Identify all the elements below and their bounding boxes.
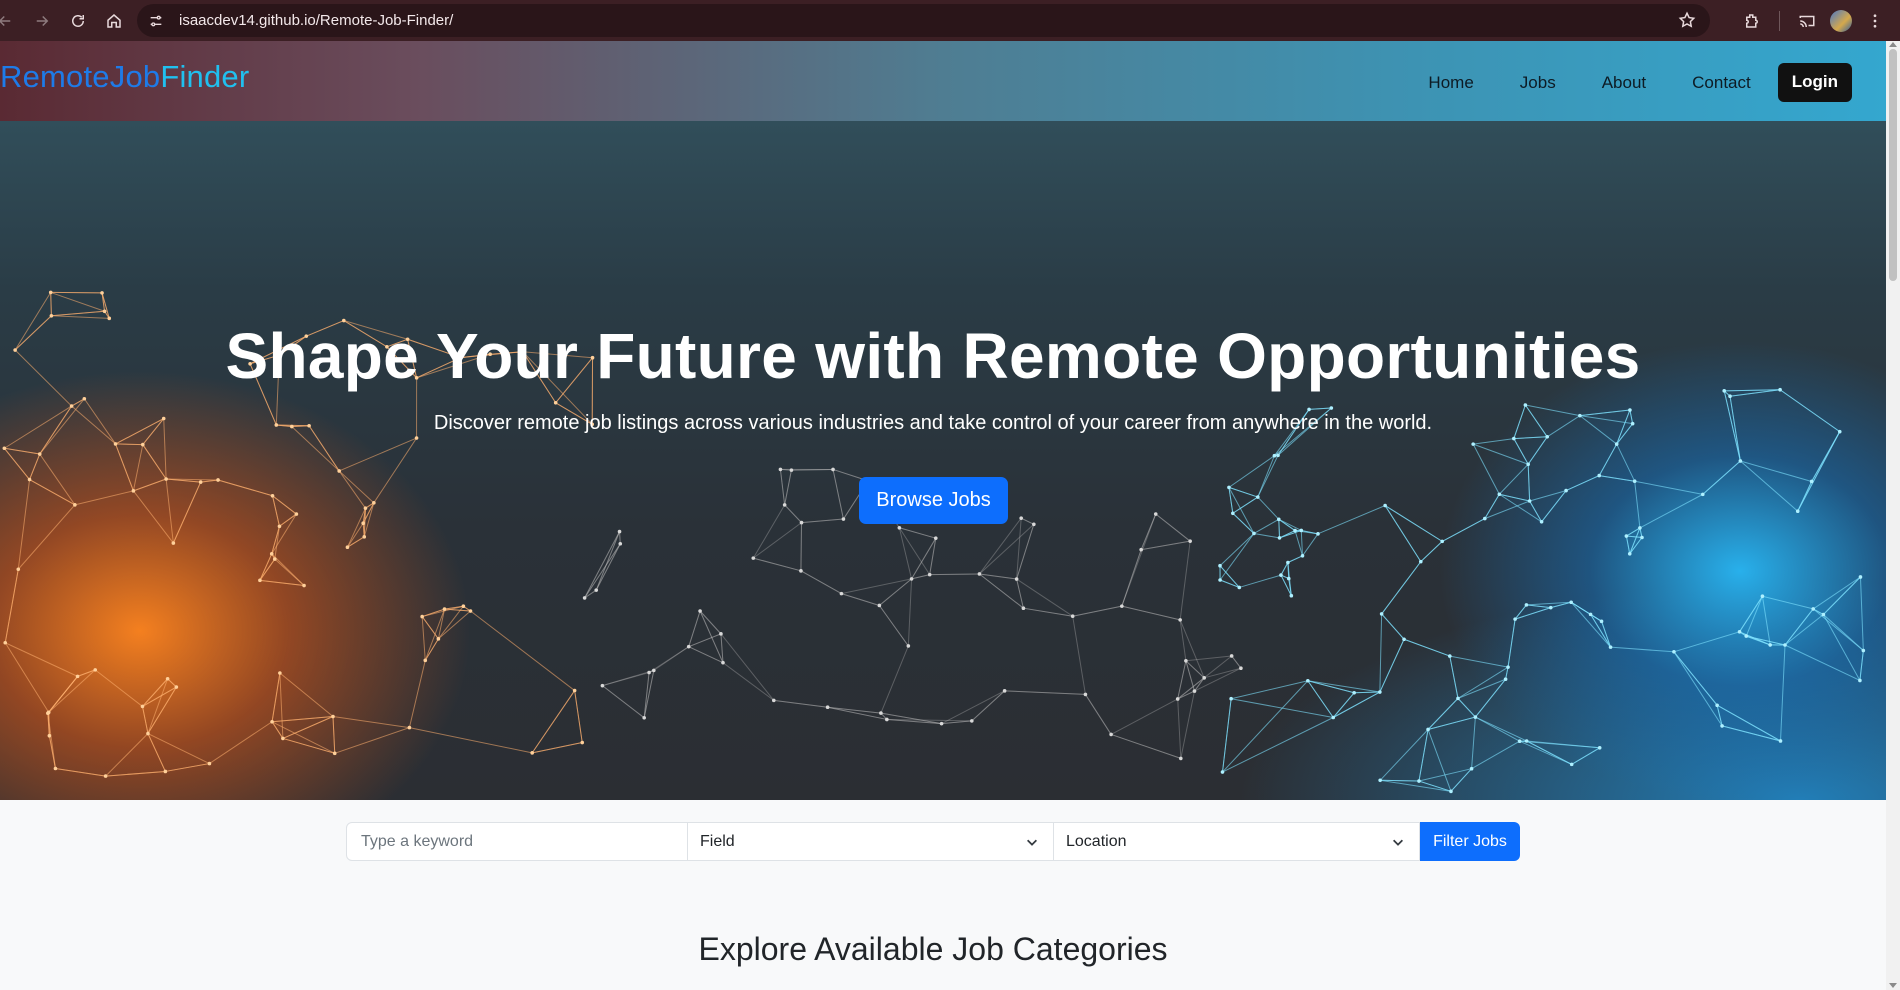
nav-link-jobs[interactable]: Jobs (1497, 73, 1579, 93)
extensions-icon[interactable] (1735, 3, 1769, 39)
browse-jobs-button[interactable]: Browse Jobs (859, 477, 1008, 524)
star-icon[interactable] (1678, 11, 1696, 29)
forward-icon[interactable] (24, 3, 60, 39)
location-select-value: Location (1066, 832, 1127, 850)
menu-icon[interactable] (1858, 3, 1892, 39)
brand-part-remotejob: RemoteJob (0, 59, 161, 94)
chevron-down-icon (1393, 839, 1403, 846)
hero-subtitle: Discover remote job listings across vari… (433, 412, 1433, 434)
location-select[interactable]: Location (1053, 822, 1420, 861)
chevron-down-icon (1027, 839, 1037, 846)
scroll-down-arrow[interactable] (1889, 983, 1897, 988)
cast-icon[interactable] (1790, 3, 1824, 39)
nav-links: Home Jobs About Contact Login (1405, 63, 1852, 102)
brand-part-finder: Finder (160, 59, 250, 94)
url-text: isaacdev14.github.io/Remote-Job-Finder/ (179, 12, 454, 29)
profile-avatar[interactable] (1824, 3, 1858, 39)
categories-heading: Explore Available Job Categories (698, 931, 1168, 967)
hero-network-background (2, 290, 1866, 794)
nav-link-about[interactable]: About (1579, 73, 1669, 93)
back-icon[interactable] (0, 3, 14, 39)
hero-title: Shape Your Future with Remote Opportunit… (225, 320, 1641, 392)
nav-link-home[interactable]: Home (1405, 73, 1496, 93)
browser-toolbar: isaacdev14.github.io/Remote-Job-Finder/ (0, 0, 1900, 41)
site-navbar: RemoteJobFinder Home Jobs About Contact … (0, 41, 1886, 121)
web-page: RemoteJobFinder Home Jobs About Contact … (0, 41, 1886, 990)
scrollbar-thumb[interactable] (1889, 49, 1897, 281)
login-button[interactable]: Login (1777, 63, 1852, 102)
address-bar[interactable]: isaacdev14.github.io/Remote-Job-Finder/ (137, 4, 1710, 37)
toolbar-divider (1779, 10, 1780, 31)
reload-icon[interactable] (60, 3, 96, 39)
job-filter-bar: Field Location Filter Jobs (346, 822, 1520, 861)
field-select-value: Field (700, 832, 735, 850)
keyword-field (346, 822, 688, 861)
keyword-input[interactable] (359, 831, 675, 852)
home-icon[interactable] (96, 3, 132, 39)
hero-section: Shape Your Future with Remote Opportunit… (0, 121, 1886, 800)
page-scrollbar[interactable] (1886, 41, 1900, 990)
field-select[interactable]: Field (687, 822, 1054, 861)
filter-jobs-button[interactable]: Filter Jobs (1420, 822, 1520, 861)
scroll-up-arrow[interactable] (1889, 42, 1897, 47)
nav-link-contact[interactable]: Contact (1669, 73, 1775, 93)
brand-logo[interactable]: RemoteJobFinder (0, 59, 249, 95)
site-info-icon[interactable] (147, 12, 165, 30)
